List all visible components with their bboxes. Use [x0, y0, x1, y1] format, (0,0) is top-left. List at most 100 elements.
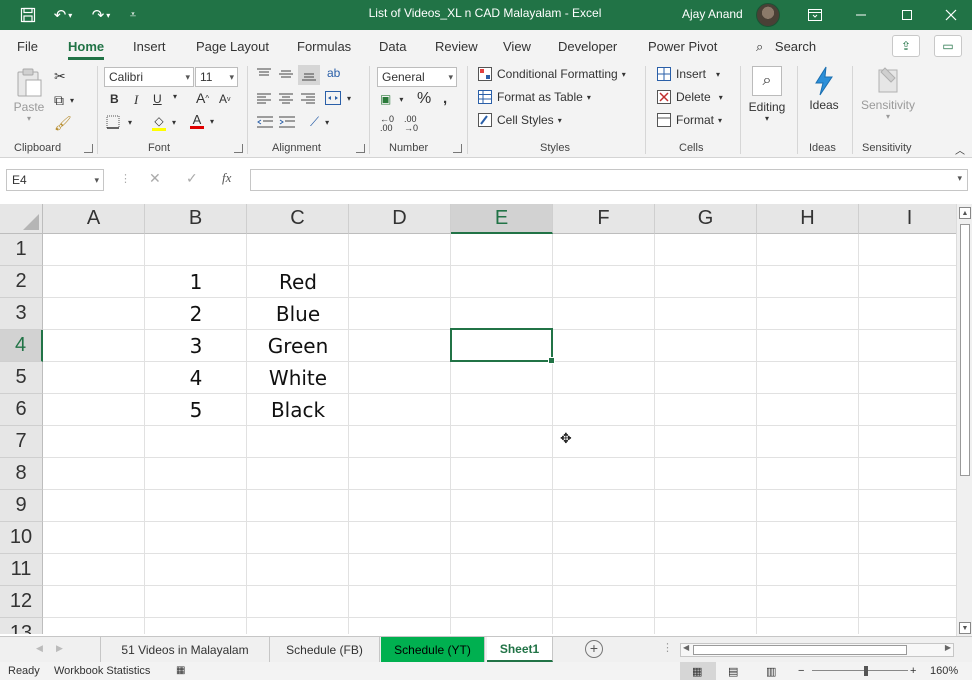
column-header-e[interactable]: E	[451, 204, 553, 234]
top-align-icon[interactable]	[257, 68, 271, 80]
tab-power-pivot[interactable]: Power Pivot	[648, 39, 717, 54]
fill-color-button[interactable]: ◇ ▾	[152, 114, 176, 131]
search-box[interactable]: ⌕ Search	[756, 39, 816, 55]
italic-button[interactable]: I	[134, 92, 138, 108]
column-header-h[interactable]: H	[757, 204, 859, 234]
row-header-2[interactable]: 2	[0, 266, 43, 298]
maximize-icon[interactable]	[884, 0, 930, 30]
tab-review[interactable]: Review	[435, 39, 478, 54]
accounting-format-button[interactable]: ▣ ▾	[380, 92, 403, 106]
copy-button[interactable]: ⧉ ▾	[54, 92, 74, 109]
align-center-icon[interactable]	[279, 93, 293, 105]
row-header-3[interactable]: 3	[0, 298, 43, 330]
cell-styles-button[interactable]: Cell Styles ▾	[478, 113, 562, 127]
column-header-b[interactable]: B	[145, 204, 247, 234]
sensitivity-button[interactable]: Sensitivity ▾	[860, 66, 916, 130]
clipboard-launcher-icon[interactable]	[84, 144, 93, 153]
conditional-formatting-button[interactable]: Conditional Formatting ▾	[478, 67, 626, 81]
format-painter-button[interactable]: 🖌	[54, 115, 72, 132]
cell-b4[interactable]: 3	[145, 330, 247, 362]
zoom-slider-thumb[interactable]	[864, 666, 868, 676]
minimize-icon[interactable]	[838, 0, 884, 30]
cell-b6[interactable]: 5	[145, 394, 247, 426]
normal-view-icon[interactable]: ▦	[692, 665, 702, 678]
paste-button[interactable]: Paste ▾	[12, 68, 46, 128]
page-layout-view-icon[interactable]: ▤	[728, 665, 738, 678]
format-cells-button[interactable]: Format ▾	[657, 113, 722, 127]
cell-c5[interactable]: White	[247, 362, 349, 394]
prev-sheet-icon[interactable]: ◀	[36, 643, 43, 654]
zoom-out-icon[interactable]: −	[798, 665, 804, 677]
insert-cells-button[interactable]: Insert ▾	[657, 67, 720, 81]
tab-view[interactable]: View	[503, 39, 531, 54]
scroll-down-icon[interactable]: ▼	[959, 622, 971, 634]
zoom-slider[interactable]	[812, 670, 908, 671]
page-break-view-icon[interactable]: ▥	[766, 665, 776, 678]
cell-b2[interactable]: 1	[145, 266, 247, 298]
name-box[interactable]: E4 ▾	[6, 169, 104, 191]
tab-home[interactable]: Home	[68, 39, 105, 60]
share-button[interactable]: ⇪	[892, 35, 920, 57]
scroll-left-icon[interactable]: ◀	[683, 643, 689, 652]
customize-quick-access-icon[interactable]: ⩡	[124, 4, 142, 26]
column-header-d[interactable]: D	[349, 204, 451, 234]
horizontal-scrollbar[interactable]: ◀ ▶	[680, 643, 954, 657]
sheet-tab-sheet1[interactable]: Sheet1	[487, 637, 553, 662]
sheet-tab-schedule-fb[interactable]: Schedule (FB)	[270, 637, 380, 662]
tab-formulas[interactable]: Formulas	[297, 39, 351, 54]
sheet-tab-51-videos[interactable]: 51 Videos in Malayalam	[100, 637, 270, 662]
comma-style-button[interactable]: ,	[443, 90, 447, 107]
undo-icon[interactable]: ↶ ▾	[48, 4, 78, 26]
scroll-up-icon[interactable]: ▲	[959, 207, 971, 219]
decrease-decimal-icon[interactable]: .00 →0	[404, 115, 418, 133]
ribbon-display-options-icon[interactable]	[792, 0, 838, 30]
column-header-a[interactable]: A	[43, 204, 145, 234]
font-launcher-icon[interactable]	[234, 144, 243, 153]
row-header-9[interactable]: 9	[0, 490, 43, 522]
accessibility-icon[interactable]: ▦	[176, 665, 185, 676]
scroll-right-icon[interactable]: ▶	[945, 643, 951, 652]
scroll-thumb[interactable]	[693, 645, 907, 655]
tab-split-icon[interactable]: ⋮	[662, 641, 673, 654]
collapse-ribbon-icon[interactable]: ︿	[955, 142, 965, 157]
tab-developer[interactable]: Developer	[558, 39, 617, 54]
column-header-f[interactable]: F	[553, 204, 655, 234]
delete-cells-button[interactable]: Delete ▾	[657, 90, 723, 104]
number-launcher-icon[interactable]	[453, 144, 462, 153]
underline-dropdown-icon[interactable]: ▾	[173, 92, 177, 101]
save-icon[interactable]	[16, 4, 40, 26]
tab-file[interactable]: File	[17, 39, 38, 54]
redo-icon[interactable]: ↷ ▾	[86, 4, 116, 26]
cut-button[interactable]: ✂	[54, 68, 66, 85]
align-left-icon[interactable]	[257, 93, 271, 105]
format-as-table-button[interactable]: Format as Table ▾	[478, 90, 591, 104]
row-header-7[interactable]: 7	[0, 426, 43, 458]
font-size-select[interactable]: 11 ▾	[195, 67, 238, 87]
add-sheet-icon[interactable]: +	[585, 640, 603, 658]
cell-c6[interactable]: Black	[247, 394, 349, 426]
middle-align-icon[interactable]	[279, 68, 293, 80]
avatar[interactable]	[756, 3, 780, 27]
cell-c3[interactable]: Blue	[247, 298, 349, 330]
comments-button[interactable]: ▭	[934, 35, 962, 57]
workbook-statistics[interactable]: Workbook Statistics	[54, 665, 150, 677]
row-header-11[interactable]: 11	[0, 554, 43, 586]
tab-page-layout[interactable]: Page Layout	[196, 39, 269, 54]
zoom-in-icon[interactable]: +	[910, 665, 916, 677]
row-header-5[interactable]: 5	[0, 362, 43, 394]
bottom-align-icon[interactable]	[298, 65, 320, 85]
cell-c4[interactable]: Green	[247, 330, 349, 362]
wrap-text-icon[interactable]: ab	[327, 66, 340, 80]
orientation-button[interactable]: ⟋ ▾	[310, 114, 329, 130]
cell-b3[interactable]: 2	[145, 298, 247, 330]
column-header-c[interactable]: C	[247, 204, 349, 234]
bold-button[interactable]: B	[110, 92, 119, 106]
merge-center-button[interactable]: ▾	[325, 91, 351, 105]
cell-b5[interactable]: 4	[145, 362, 247, 394]
row-header-13[interactable]: 13	[0, 618, 43, 634]
column-header-g[interactable]: G	[655, 204, 757, 234]
worksheet-grid[interactable]: ABCDEFGHI 1 2 3 4 5 6 7 8 9 10 11 12 13 1 Red 2 Blue 3 Gr…	[0, 204, 956, 634]
underline-button[interactable]: U	[153, 92, 162, 106]
insert-function-icon[interactable]: fx	[222, 170, 231, 186]
tab-data[interactable]: Data	[379, 39, 406, 54]
